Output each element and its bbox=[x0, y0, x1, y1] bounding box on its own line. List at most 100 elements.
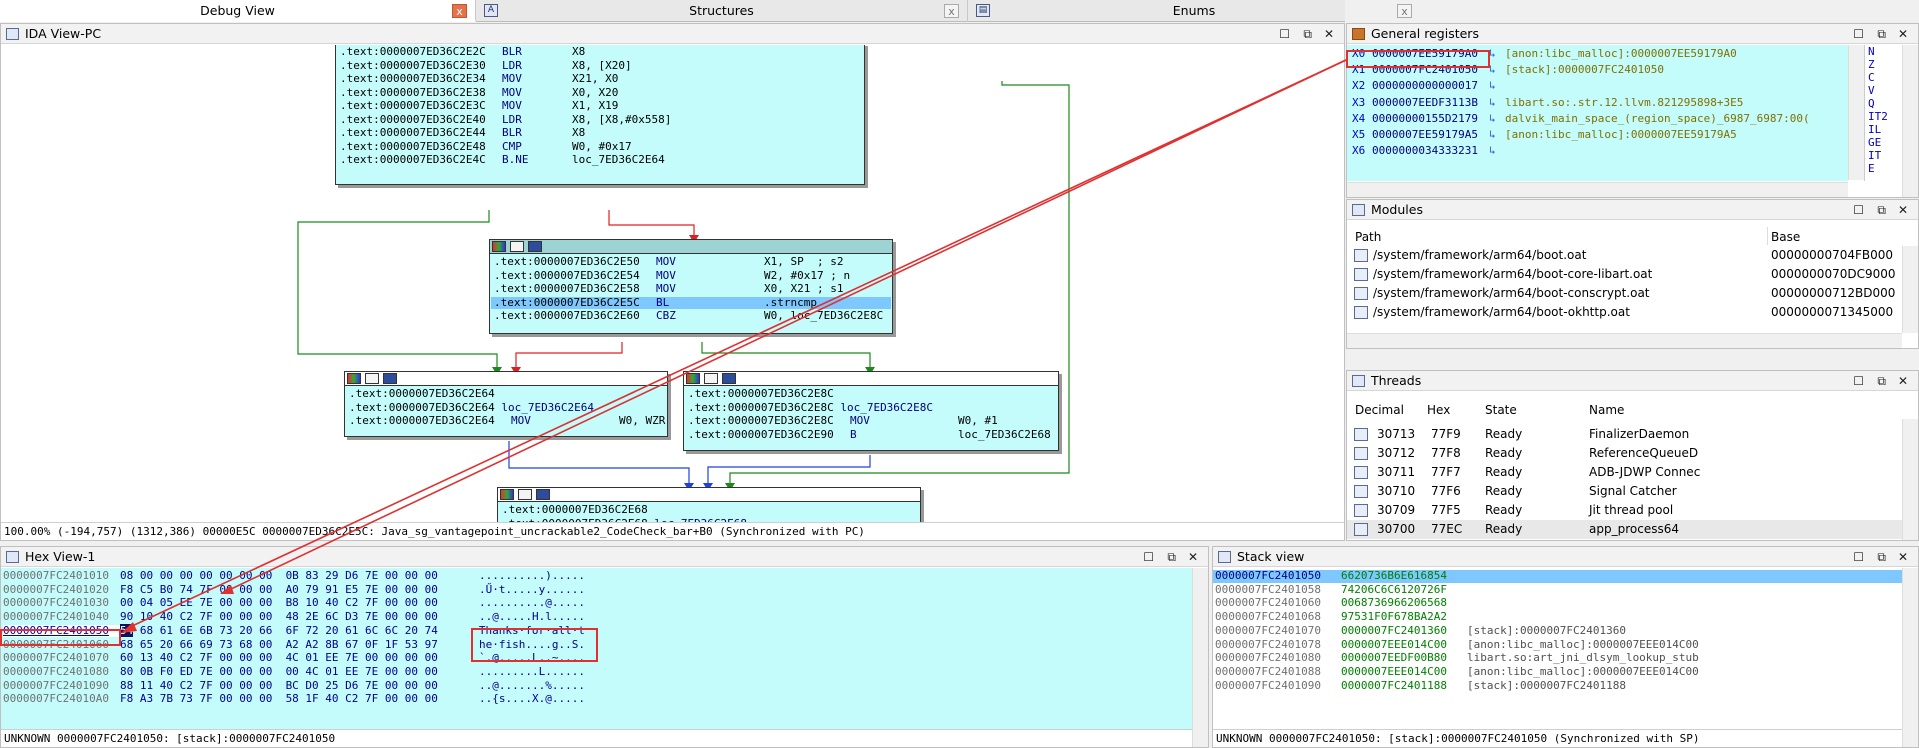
code-block[interactable]: .text:0000007ED36C2E8C .text:0000007ED36C… bbox=[683, 371, 1059, 451]
hex-dump[interactable]: 0000007FC2401010 08 00 00 00 00 00 00 00 … bbox=[1, 568, 1192, 729]
hex-scrollbar[interactable] bbox=[1192, 568, 1208, 747]
flag-name[interactable]: IT bbox=[1865, 149, 1894, 162]
register-row[interactable]: X6 0000000034333231 ↳ bbox=[1352, 143, 1505, 159]
register-row[interactable]: X5 0000007EE59179A5 ↳ [anon:libc_malloc]:00… bbox=[1352, 127, 1737, 143]
close-icon[interactable]: x bbox=[1397, 4, 1412, 18]
flag-name[interactable]: GE bbox=[1865, 136, 1894, 149]
flag-name[interactable]: Q bbox=[1865, 97, 1894, 110]
code-line[interactable]: .text:0000007ED36C2E8C bbox=[688, 387, 958, 401]
code-line[interactable]: .text:0000007ED36C2E64 bbox=[349, 387, 619, 401]
code-block[interactable]: .text:0000007ED36C2E2C BLR X8 .text:0000007… bbox=[335, 45, 865, 185]
hex-row[interactable]: 0000007FC24010A0 F8 A3 7B 73 7F 00 00 00 … bbox=[3, 693, 585, 706]
hex-row[interactable]: 0000007FC2401080 80 0B F0 ED 7E 00 00 00 … bbox=[3, 665, 585, 679]
register-row[interactable]: X4 00000000155D2179 ↳ dalvik_main_space_(re… bbox=[1352, 111, 1810, 127]
code-line[interactable]: .text:0000007ED36C2E2C BLR X8 bbox=[340, 45, 585, 59]
panel-float-button[interactable]: ⧉ bbox=[1877, 371, 1886, 391]
threads-scrollbar[interactable] bbox=[1902, 419, 1918, 540]
thread-row[interactable]: 30713 77F9 Ready FinalizerDaemon bbox=[1347, 425, 1902, 444]
column-header-path[interactable]: Path bbox=[1355, 228, 1381, 246]
code-line[interactable]: .text:0000007ED36C2E30 LDR X8, [X20] bbox=[340, 59, 632, 73]
hex-row[interactable]: 0000007FC2401010 08 00 00 00 00 00 00 00 … bbox=[3, 569, 585, 583]
module-row[interactable]: /system/framework/arm64/boot.oat 00000000… bbox=[1347, 246, 1902, 265]
disassembly-graph[interactable]: .text:0000007ED36C2E2C BLR X8 .text:0000007… bbox=[2, 45, 1343, 522]
hex-row[interactable]: 0000007FC2401050 54 68 61 6E 6B 73 20 66 … bbox=[3, 623, 585, 638]
register-row[interactable]: X0 0000007EE59179A0 ↳ [anon:libc_malloc]:00… bbox=[1352, 46, 1737, 62]
panel-float-button[interactable]: ⧉ bbox=[1877, 200, 1886, 220]
hex-row[interactable]: 0000007FC2401030 00 04 05 EE 7E 00 00 00 … bbox=[3, 597, 585, 610]
code-line[interactable]: .text:0000007ED36C2E64 loc_7ED36C2E64 bbox=[349, 401, 609, 415]
panel-float-button[interactable]: ⧉ bbox=[1167, 547, 1176, 567]
panel-menu-button[interactable]: ☐ bbox=[1853, 24, 1864, 44]
modules-hscrollbar[interactable] bbox=[1347, 333, 1902, 348]
panel-menu-button[interactable]: ☐ bbox=[1853, 200, 1864, 220]
code-line[interactable]: .text:0000007ED36C2E4C B.NE loc_7ED36C2E64 bbox=[340, 153, 665, 167]
stack-row[interactable]: 0000007FC2401078 0000007EEE014C00 [anon:li… bbox=[1215, 638, 1699, 652]
code-line[interactable]: .text:0000007ED36C2E68 bbox=[502, 503, 772, 517]
code-block[interactable]: .text:0000007ED36C2E68.text:0000007ED36C… bbox=[497, 487, 921, 522]
column-header-decimal[interactable]: Decimal bbox=[1355, 401, 1404, 419]
panel-close-button[interactable]: ✕ bbox=[1898, 24, 1908, 44]
panel-menu-button[interactable]: ☐ bbox=[1279, 24, 1290, 44]
stack-row[interactable]: 0000007FC2401070 0000007FC2401360 [stack]:… bbox=[1215, 624, 1626, 638]
module-row[interactable]: /system/framework/arm64/boot-core-libart… bbox=[1347, 265, 1902, 284]
module-row[interactable]: /system/framework/arm64/boot-okhttp.oat 0… bbox=[1347, 303, 1902, 322]
module-row[interactable]: /system/framework/arm64/boot-conscrypt.o… bbox=[1347, 284, 1902, 303]
tab-enums[interactable]: ▤ Enums x bbox=[968, 0, 1420, 22]
stack-row[interactable]: 0000007FC2401058 74206C6C6120726F bbox=[1215, 583, 1467, 597]
flag-name[interactable]: IL bbox=[1865, 123, 1894, 136]
column-header-name[interactable]: Name bbox=[1589, 401, 1624, 419]
panel-float-button[interactable]: ⧉ bbox=[1303, 24, 1312, 44]
hex-row[interactable]: 0000007FC2401020 F8 C5 B0 74 7F 00 00 00 … bbox=[3, 583, 585, 597]
code-line[interactable]: .text:0000007ED36C2E44 BLR X8 bbox=[340, 126, 585, 140]
register-list[interactable]: X0 0000007EE59179A0 ↳ [anon:libc_malloc]:00… bbox=[1347, 45, 1848, 181]
flag-name[interactable]: Z bbox=[1865, 58, 1894, 71]
flags-scrollbar[interactable] bbox=[1902, 45, 1918, 197]
stack-scrollbar[interactable] bbox=[1902, 568, 1918, 747]
stack-row[interactable]: 0000007FC2401090 0000007FC2401188 [stack]:… bbox=[1215, 679, 1626, 693]
code-line[interactable]: .text:0000007ED36C2E50 MOV X1, SP ; s2 bbox=[494, 255, 843, 269]
thread-row[interactable]: 30709 77F5 Ready Jit thread pool bbox=[1347, 501, 1902, 520]
thread-row[interactable]: 30712 77F8 Ready ReferenceQueueD bbox=[1347, 444, 1902, 463]
thread-row[interactable]: 30700 77EC Ready app_process64 bbox=[1347, 520, 1902, 539]
flag-name[interactable]: N bbox=[1865, 45, 1894, 58]
panel-close-button[interactable]: ✕ bbox=[1898, 371, 1908, 391]
code-line[interactable]: .text:0000007ED36C2E34 MOV X21, X0 bbox=[340, 72, 618, 86]
register-scrollbar[interactable] bbox=[1848, 45, 1864, 180]
code-line[interactable]: .text:0000007ED36C2E3C MOV X1, X19 bbox=[340, 99, 618, 113]
tab-structures[interactable]: A Structures x bbox=[476, 0, 968, 22]
stack-list[interactable]: 0000007FC2401050 6620736B6E616854 0000007F… bbox=[1213, 568, 1902, 729]
code-line[interactable]: .text:0000007ED36C2E90 Bloc_7ED36C2E68 bbox=[688, 428, 1051, 442]
stack-row[interactable]: 0000007FC2401068 97531F0F678BA2A2 bbox=[1215, 611, 1467, 624]
flag-name[interactable]: E bbox=[1865, 162, 1894, 175]
panel-menu-button[interactable]: ☐ bbox=[1853, 547, 1864, 567]
panel-close-button[interactable]: ✕ bbox=[1324, 24, 1334, 44]
panel-menu-button[interactable]: ☐ bbox=[1143, 547, 1154, 567]
hex-row[interactable]: 0000007FC2401090 88 11 40 C2 7F 00 00 00 … bbox=[3, 679, 585, 693]
code-line[interactable]: .text:0000007ED36C2E8C loc_7ED36C2E8C bbox=[688, 401, 948, 415]
register-row[interactable]: X3 0000007EEDF3113B ↳ libart.so:.str.12.llv… bbox=[1352, 95, 1743, 111]
code-block[interactable]: .text:0000007ED36C2E64 .text:0000007ED36C… bbox=[344, 371, 668, 437]
flag-name[interactable]: V bbox=[1865, 84, 1894, 97]
stack-row[interactable]: 0000007FC2401080 0000007EEDF00B80 libart.s… bbox=[1215, 651, 1699, 665]
column-header-state[interactable]: State bbox=[1485, 401, 1517, 419]
panel-close-button[interactable]: ✕ bbox=[1188, 547, 1198, 567]
flag-name[interactable]: C bbox=[1865, 71, 1894, 84]
panel-close-button[interactable]: ✕ bbox=[1898, 200, 1908, 220]
code-line[interactable]: .text:0000007ED36C2E54 MOV W2, #0x17 ; n bbox=[494, 269, 850, 283]
panel-float-button[interactable]: ⧉ bbox=[1877, 547, 1886, 567]
code-line[interactable]: .text:0000007ED36C2E58 MOV X0, X21 ; s1 bbox=[494, 282, 843, 296]
stack-row[interactable]: 0000007FC2401088 0000007EEE014C00 [anon:li… bbox=[1215, 665, 1699, 679]
panel-menu-button[interactable]: ☐ bbox=[1853, 371, 1864, 391]
panel-float-button[interactable]: ⧉ bbox=[1877, 24, 1886, 44]
register-row[interactable]: X2 0000000000000017 ↳ bbox=[1352, 78, 1505, 94]
code-line[interactable]: .text:0000007ED36C2E48 CMP W0, #0x17 bbox=[340, 140, 632, 154]
register-row[interactable]: X1 0000007FC2401050 ↳ [stack]:0000007FC2401… bbox=[1352, 62, 1664, 78]
thread-row[interactable]: 30710 77F6 Ready Signal Catcher bbox=[1347, 482, 1902, 501]
code-line[interactable]: .text:0000007ED36C2E60 CBZ W0, loc_7ED36C2… bbox=[494, 309, 883, 323]
stack-row[interactable]: 0000007FC2401060 0068736966206568 bbox=[1215, 597, 1467, 610]
register-hscrollbar[interactable] bbox=[1347, 182, 1848, 197]
code-line[interactable]: .text:0000007ED36C2E40 LDR X8, [X8,#0x558] bbox=[340, 113, 671, 127]
close-icon[interactable]: x bbox=[944, 4, 959, 18]
panel-close-button[interactable]: ✕ bbox=[1898, 547, 1908, 567]
thread-row[interactable]: 30711 77F7 Ready ADB-JDWP Connec bbox=[1347, 463, 1902, 482]
